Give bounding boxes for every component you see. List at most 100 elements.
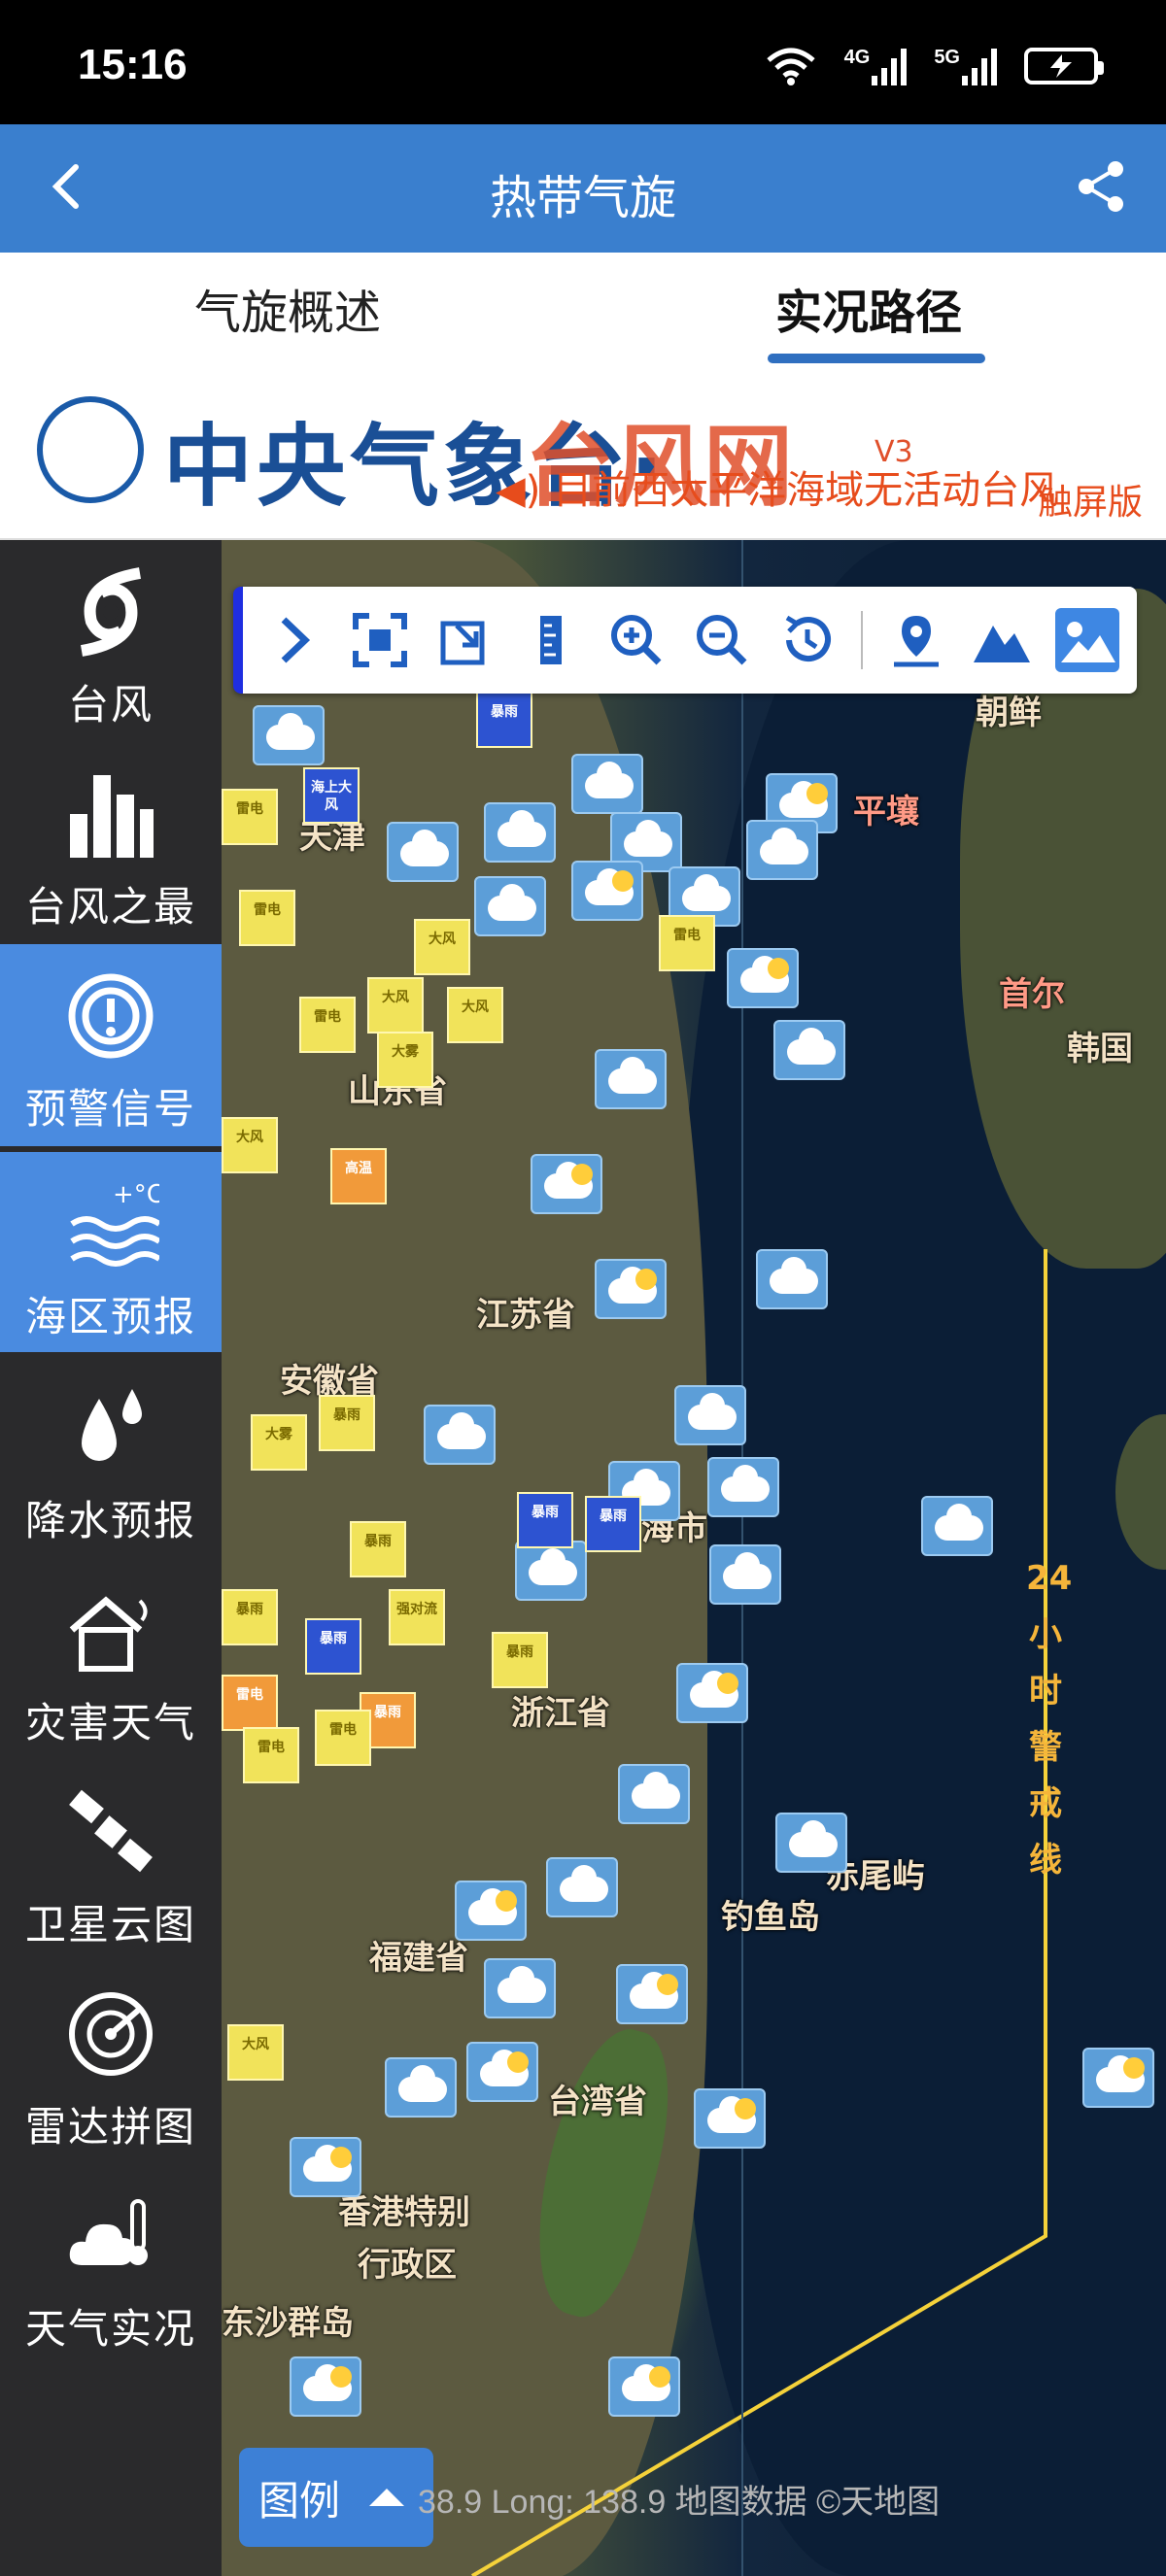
weather-marker[interactable] (921, 1496, 993, 1556)
weather-marker[interactable] (466, 2042, 538, 2102)
sidebar-item-typhoon-records[interactable]: 台风之最 (0, 742, 222, 944)
sea-wind-alert-marker[interactable]: 海上大风 (303, 767, 360, 824)
weather-marker[interactable] (775, 1813, 847, 1873)
sidebar-item-satellite[interactable]: 卫星云图 (0, 1760, 222, 1962)
marquee-notice: ◀) 目前西太平洋海域无活动台风 (496, 458, 1058, 515)
signal-bars-icon (872, 47, 908, 85)
weather-marker[interactable] (385, 2057, 457, 2118)
weather-marker[interactable] (709, 1544, 781, 1605)
weather-marker[interactable] (571, 754, 643, 814)
weather-marker[interactable] (618, 1764, 690, 1824)
sidebar-item-typhoon[interactable]: 台风 (0, 540, 222, 742)
tab-route[interactable]: 实况路径 (775, 274, 962, 342)
weather-marker[interactable] (546, 1857, 618, 1917)
tab-bar: 气旋概述 实况路径 (0, 253, 1166, 367)
wind-alert-marker[interactable]: 大风 (367, 977, 424, 1034)
weather-marker[interactable] (616, 1964, 688, 2024)
rainstorm-alert-marker[interactable]: 暴雨 (319, 1395, 375, 1451)
weather-marker[interactable] (290, 2137, 361, 2197)
touch-version-link[interactable]: 触屏版 (1038, 474, 1143, 525)
zoom-in-icon[interactable] (604, 608, 669, 672)
sidebar-item-precip-forecast[interactable]: 降水预报 (0, 1356, 222, 1558)
weather-marker[interactable] (727, 948, 799, 1008)
convection-alert-marker[interactable]: 强对流 (389, 1589, 445, 1645)
place-label: 行政区 (358, 2246, 457, 2285)
thunder-alert-marker[interactable]: 雷电 (222, 1675, 278, 1731)
rainstorm-alert-marker[interactable]: 暴雨 (222, 1589, 278, 1645)
next-arrow-icon[interactable] (262, 608, 326, 672)
thunder-alert-marker[interactable]: 雷电 (239, 890, 295, 946)
weather-marker[interactable] (746, 820, 818, 880)
weather-marker[interactable] (484, 1958, 556, 2018)
nmc-logo-icon (37, 396, 144, 503)
wind-alert-marker[interactable]: 大风 (414, 919, 470, 975)
legend-button[interactable]: 图例 (239, 2448, 433, 2547)
map-toolbar (233, 587, 1137, 694)
net-4g-label: 4G (843, 47, 871, 68)
thunder-alert-marker[interactable]: 雷电 (659, 915, 715, 971)
fog-alert-marker[interactable]: 大雾 (251, 1414, 307, 1471)
thunder-alert-marker[interactable]: 雷电 (222, 789, 278, 845)
fog-alert-marker[interactable]: 大雾 (377, 1032, 433, 1088)
weather-marker[interactable] (290, 2356, 361, 2417)
history-clock-icon[interactable] (775, 608, 840, 672)
place-label: 钓鱼岛 (721, 1898, 820, 1937)
sidebar-item-disaster-weather[interactable]: 灾害天气 (0, 1558, 222, 1760)
fullscreen-icon[interactable] (348, 608, 412, 672)
status-icons: 4G 5G (765, 47, 1104, 85)
weather-marker[interactable] (455, 1881, 527, 1941)
thunder-alert-marker[interactable]: 雷电 (299, 997, 356, 1053)
raindrop-icon (82, 1389, 142, 1461)
sidebar-item-radar[interactable]: 雷达拼图 (0, 1962, 222, 2164)
rainstorm-alert-marker[interactable]: 暴雨 (492, 1632, 548, 1688)
location-pin-icon[interactable] (884, 608, 948, 672)
weather-marker[interactable] (674, 1385, 746, 1445)
typhoon-icon (80, 567, 142, 657)
weather-marker[interactable] (571, 861, 643, 921)
heat-alert-marker[interactable]: 高温 (330, 1148, 387, 1204)
weather-marker[interactable] (1082, 2048, 1154, 2108)
wind-alert-marker[interactable]: 大风 (447, 987, 503, 1043)
weather-marker[interactable] (474, 876, 546, 936)
weather-marker[interactable] (694, 2088, 766, 2149)
rainstorm-alert-marker[interactable]: 暴雨 (350, 1521, 406, 1577)
weather-marker[interactable] (676, 1663, 748, 1723)
weather-marker[interactable] (531, 1154, 602, 1214)
sidebar-item-warning-signal[interactable]: 预警信号 (0, 944, 222, 1146)
weather-map[interactable]: 24小时警戒线 朝鲜 平壤 首尔 韩国 山东省 江苏省 安徽省 海市 浙江省 福… (222, 540, 1166, 2576)
satellite-layer-icon[interactable] (1055, 608, 1119, 672)
weather-marker[interactable] (424, 1405, 496, 1465)
ruler-icon[interactable] (519, 608, 583, 672)
sidebar-item-weather-obs[interactable]: 天气实况 (0, 2164, 222, 2366)
rainstorm-alert-marker[interactable]: 暴雨 (585, 1496, 641, 1552)
rainstorm-alert-marker[interactable]: 暴雨 (305, 1618, 361, 1675)
wind-alert-marker[interactable]: 大风 (227, 2024, 284, 2081)
sidebar: 台风 台风之最 预警信号 +°C 海区预报 降水预报 灾害天气 卫星云图 雷达拼… (0, 540, 222, 2576)
sidebar-item-label: 台风 (67, 681, 154, 729)
weather-marker[interactable] (253, 705, 325, 765)
wind-alert-marker[interactable]: 大风 (222, 1117, 278, 1173)
share-icon[interactable] (1073, 157, 1131, 216)
sidebar-item-sea-forecast[interactable]: +°C 海区预报 (0, 1150, 222, 1352)
weather-marker[interactable] (484, 802, 556, 863)
weather-marker[interactable] (595, 1259, 667, 1319)
weather-marker[interactable] (756, 1249, 828, 1309)
active-tab-indicator (768, 354, 985, 363)
weather-marker[interactable] (595, 1049, 667, 1109)
zoom-out-icon[interactable] (690, 608, 754, 672)
rainstorm-alert-marker[interactable]: 暴雨 (476, 692, 532, 748)
radar-icon (69, 1992, 153, 2076)
weather-marker[interactable] (387, 822, 459, 882)
thunder-alert-marker[interactable]: 雷电 (315, 1710, 371, 1766)
weather-marker[interactable] (608, 2356, 680, 2417)
thunder-alert-marker[interactable]: 雷电 (243, 1727, 299, 1783)
weather-marker[interactable] (773, 1020, 845, 1080)
tab-overview[interactable]: 气旋概述 (194, 274, 381, 342)
weather-marker[interactable] (515, 1541, 587, 1601)
weather-marker[interactable] (707, 1457, 779, 1517)
terrain-icon[interactable] (970, 608, 1034, 672)
place-label: 东沙群岛 (222, 2304, 354, 2343)
zoom-to-extent-icon[interactable] (433, 608, 497, 672)
rainstorm-alert-marker[interactable]: 暴雨 (517, 1492, 573, 1548)
place-label: 韩国 (1067, 1030, 1133, 1068)
